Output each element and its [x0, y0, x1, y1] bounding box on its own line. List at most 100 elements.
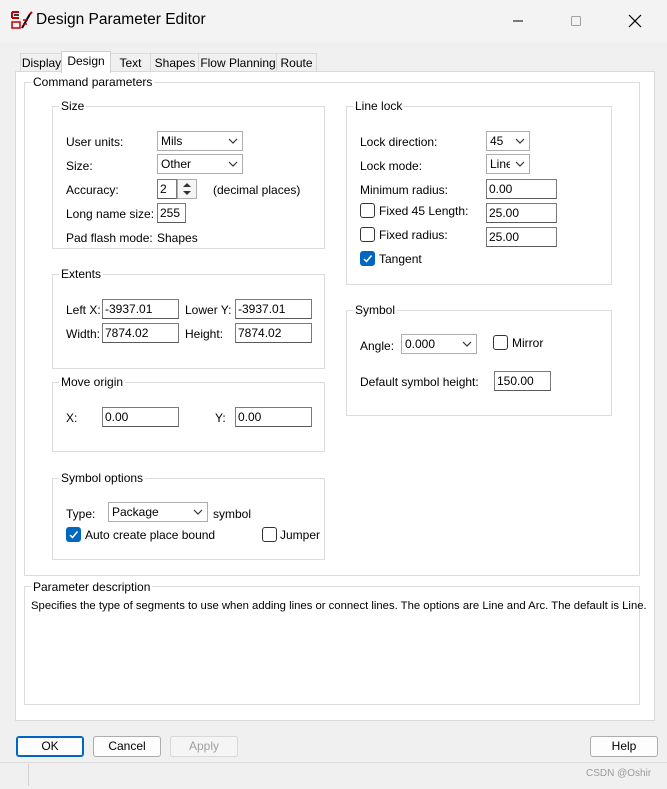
help-button[interactable]: Help: [590, 736, 658, 757]
app-icon: [11, 10, 33, 30]
size-select[interactable]: Other: [157, 154, 243, 174]
maximize-icon: [571, 16, 581, 26]
chevron-down-icon: [462, 341, 472, 347]
fixed-45-length-label[interactable]: Fixed 45 Length:: [379, 204, 468, 218]
origin-y-label: Y:: [215, 411, 226, 425]
left-x-label: Left X:: [66, 303, 101, 317]
size-group: [52, 106, 325, 249]
pad-flash-mode-label: Pad flash mode:: [66, 231, 153, 245]
window-title: Design Parameter Editor: [36, 11, 206, 28]
command-parameters-label: Command parameters: [31, 75, 155, 89]
user-units-value: Mils: [161, 134, 183, 148]
lock-direction-select[interactable]: 45: [486, 131, 530, 151]
accuracy-input[interactable]: 2: [157, 179, 177, 199]
parameter-description-label: Parameter description: [31, 580, 153, 594]
tab-route[interactable]: Route: [276, 53, 317, 72]
size-label: Size:: [66, 159, 93, 173]
chevron-down-icon: [515, 138, 525, 144]
mirror-label[interactable]: Mirror: [512, 336, 543, 350]
symbol-type-value: Package: [112, 505, 159, 519]
move-origin-group-label: Move origin: [59, 375, 126, 389]
tab-shapes[interactable]: Shapes: [150, 53, 200, 72]
left-x-input[interactable]: -3937.01: [102, 299, 179, 319]
cancel-button[interactable]: Cancel: [93, 736, 161, 757]
spin-up-icon[interactable]: [178, 180, 196, 189]
close-button[interactable]: [612, 8, 658, 34]
lock-direction-value: 45: [490, 134, 504, 148]
lock-mode-select[interactable]: Line: [486, 154, 530, 174]
status-divider: [28, 764, 29, 786]
long-name-size-input[interactable]: 255: [157, 203, 186, 223]
tangent-label[interactable]: Tangent: [379, 252, 422, 266]
symbol-options-group-label: Symbol options: [59, 471, 146, 485]
size-value: Other: [161, 157, 192, 171]
lock-mode-value: Line: [490, 157, 510, 171]
fixed-45-length-checkbox[interactable]: [360, 203, 375, 218]
extents-group-label: Extents: [59, 267, 104, 281]
tangent-checkbox[interactable]: [360, 251, 375, 266]
maximize-button[interactable]: [553, 8, 599, 34]
minimize-button[interactable]: [495, 8, 541, 34]
fixed-radius-label[interactable]: Fixed radius:: [379, 228, 448, 242]
lower-y-label: Lower Y:: [185, 303, 232, 317]
size-group-label: Size: [59, 99, 87, 113]
height-input[interactable]: 7874.02: [235, 323, 312, 343]
watermark: CSDN @Oshir: [586, 768, 652, 779]
accuracy-suffix: (decimal places): [213, 183, 301, 197]
chevron-down-icon: [228, 161, 238, 167]
symbol-group: [346, 310, 612, 416]
user-units-label: User units:: [66, 135, 124, 149]
auto-create-place-bound-checkbox[interactable]: [66, 527, 81, 542]
symbol-type-select[interactable]: Package: [108, 502, 208, 522]
angle-select[interactable]: 0.000: [401, 334, 477, 354]
minimum-radius-input[interactable]: 0.00: [486, 179, 557, 199]
checkmark-icon: [69, 531, 79, 539]
line-lock-group-label: Line lock: [353, 99, 405, 113]
fixed-radius-checkbox[interactable]: [360, 227, 375, 242]
apply-button[interactable]: Apply: [170, 736, 238, 757]
status-bar: [0, 762, 667, 789]
minimum-radius-label: Minimum radius:: [360, 183, 449, 197]
checkmark-icon: [363, 255, 373, 263]
minimize-icon: [513, 20, 523, 22]
height-label: Height:: [185, 327, 224, 341]
ok-button[interactable]: OK: [16, 736, 84, 757]
spin-down-icon[interactable]: [178, 189, 196, 198]
origin-x-label: X:: [66, 411, 78, 425]
default-symbol-height-label: Default symbol height:: [360, 375, 479, 389]
jumper-checkbox[interactable]: [262, 527, 277, 542]
origin-x-input[interactable]: 0.00: [102, 407, 179, 427]
user-units-select[interactable]: Mils: [157, 131, 243, 151]
auto-create-place-bound-label[interactable]: Auto create place bound: [85, 528, 215, 542]
chevron-down-icon: [228, 138, 238, 144]
mirror-checkbox[interactable]: [493, 335, 508, 350]
chevron-down-icon: [193, 509, 203, 515]
width-input[interactable]: 7874.02: [102, 323, 179, 343]
tab-design[interactable]: Design: [61, 51, 111, 73]
extents-group: [52, 274, 325, 369]
jumper-label[interactable]: Jumper: [280, 528, 320, 542]
parameter-description-text: Specifies the type of segments to use wh…: [31, 600, 647, 612]
symbol-type-suffix: symbol: [213, 507, 252, 521]
long-name-size-label: Long name size:: [66, 207, 155, 221]
angle-label: Angle:: [360, 339, 395, 353]
fixed-radius-input[interactable]: 25.00: [486, 227, 557, 247]
lock-mode-label: Lock mode:: [360, 159, 423, 173]
lower-y-input[interactable]: -3937.01: [235, 299, 312, 319]
accuracy-label: Accuracy:: [66, 183, 119, 197]
chevron-down-icon: [515, 161, 525, 167]
angle-value: 0.000: [405, 337, 436, 351]
close-icon: [628, 14, 642, 28]
lock-direction-label: Lock direction:: [360, 135, 438, 149]
pad-flash-mode-value: Shapes: [157, 231, 198, 245]
width-label: Width:: [66, 327, 101, 341]
origin-y-input[interactable]: 0.00: [235, 407, 312, 427]
tab-text[interactable]: Text: [109, 53, 152, 72]
default-symbol-height-input[interactable]: 150.00: [494, 371, 551, 391]
symbol-group-label: Symbol: [353, 303, 398, 317]
fixed-45-length-input[interactable]: 25.00: [486, 203, 557, 223]
symbol-type-label: Type:: [66, 507, 96, 521]
accuracy-spinner[interactable]: [177, 179, 197, 199]
tab-flow-planning[interactable]: Flow Planning: [198, 53, 278, 72]
tab-display[interactable]: Display: [20, 53, 63, 72]
